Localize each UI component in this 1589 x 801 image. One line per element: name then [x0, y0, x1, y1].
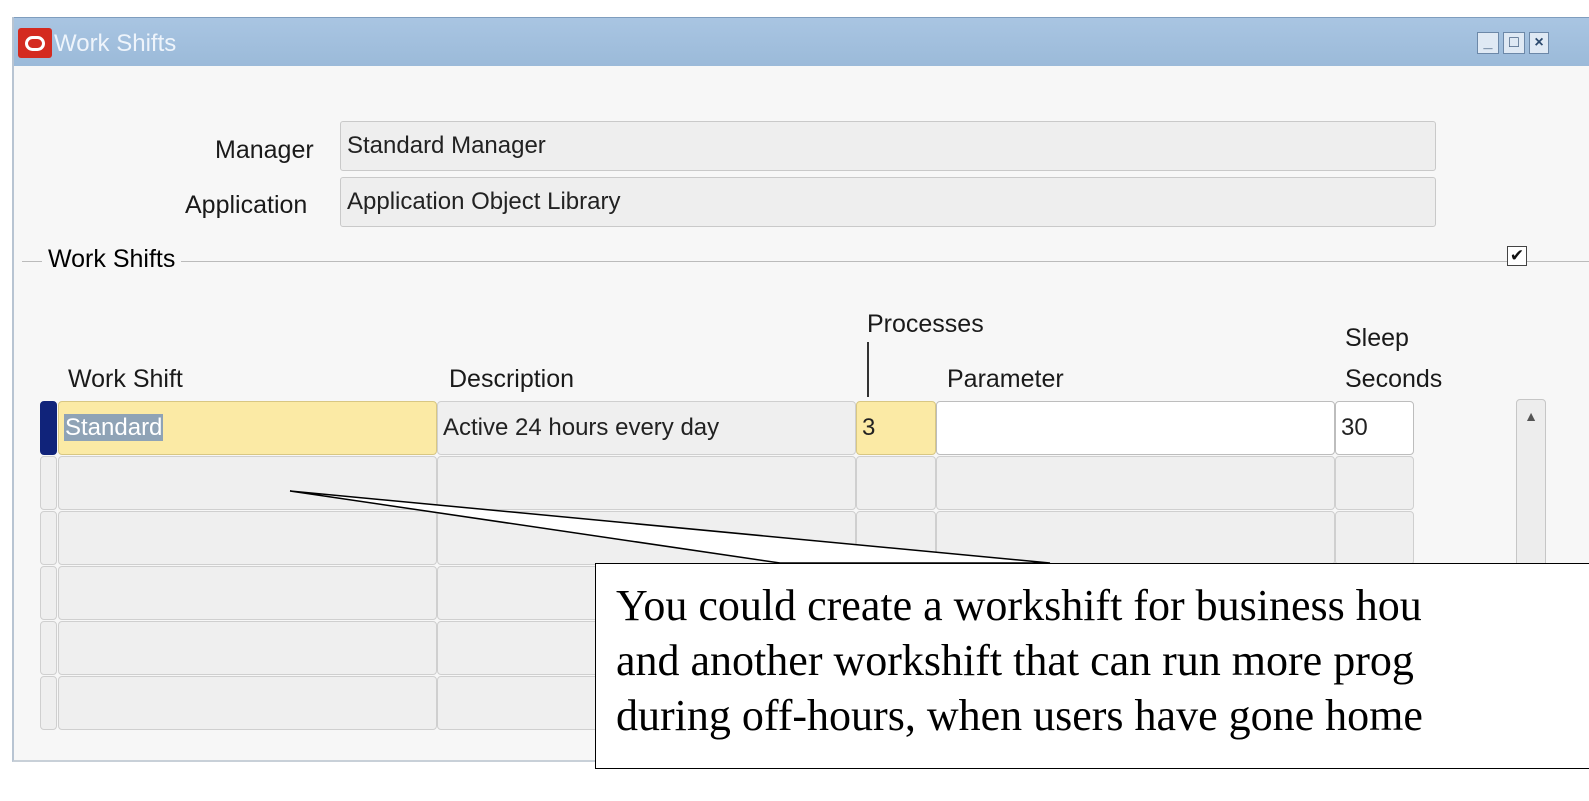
annotation-callout: You could create a workshift for busines…: [595, 563, 1589, 769]
callout-line-1: You could create a workshift for busines…: [616, 581, 1422, 630]
callout-line-3: during off-hours, when users have gone h…: [616, 691, 1423, 740]
callout-line-2: and another workshift that can run more …: [616, 636, 1414, 685]
